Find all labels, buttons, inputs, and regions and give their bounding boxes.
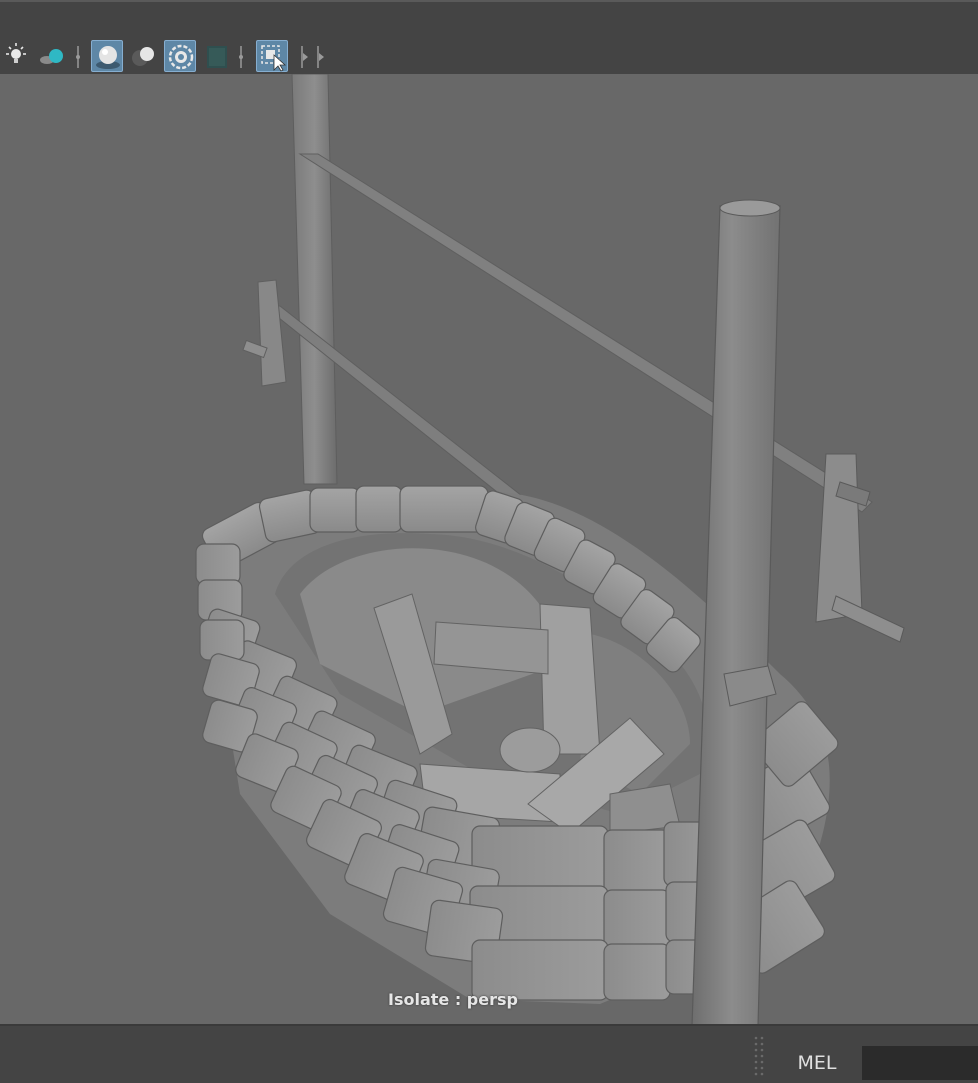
viewport-toolbar: [0, 0, 978, 74]
3d-scene-render: [195, 74, 905, 1024]
drag-handle-icon[interactable]: [752, 1034, 766, 1078]
separator-icon: [237, 44, 245, 70]
isolate-camera-label: Isolate : persp: [388, 990, 518, 1009]
motion-blur-icon[interactable]: [128, 40, 160, 72]
command-line-bar: MEL: [0, 1026, 978, 1080]
light-bulb-icon[interactable]: [0, 40, 32, 72]
ambient-occlusion-icon[interactable]: [91, 40, 123, 72]
command-input[interactable]: [862, 1046, 978, 1080]
isolate-select-icon[interactable]: [256, 40, 288, 72]
depth-of-field-icon[interactable]: [200, 40, 232, 72]
script-language-toggle[interactable]: MEL: [780, 1048, 854, 1078]
lights-shadow-icon[interactable]: [36, 40, 68, 72]
separator-icon: [74, 44, 82, 70]
anti-aliasing-icon[interactable]: [164, 40, 196, 72]
perspective-viewport[interactable]: Isolate : persp: [0, 74, 978, 1026]
maya-window: Isolate : persp MEL: [0, 0, 978, 1080]
expand-toolbar-icon[interactable]: [298, 44, 326, 70]
